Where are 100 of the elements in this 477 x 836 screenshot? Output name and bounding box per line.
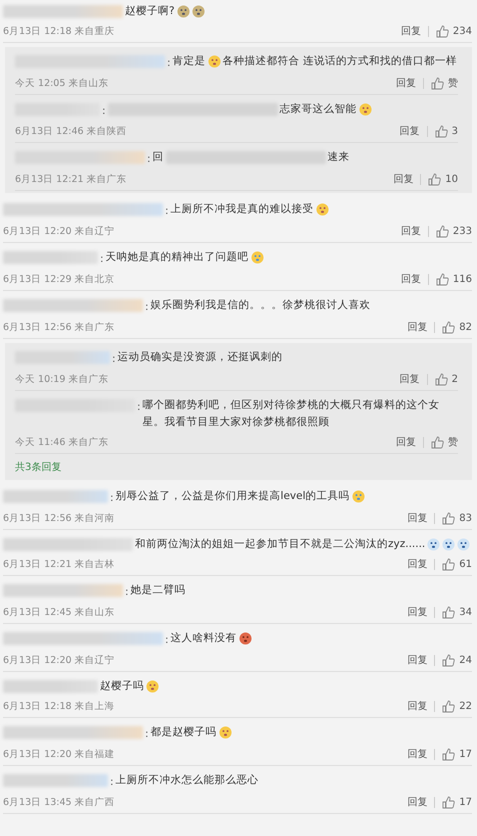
comment-meta: 6月13日 12:56 来自河南 <box>3 512 115 524</box>
like-button[interactable]: 234 <box>436 24 472 38</box>
comment-text: 上厕所不冲我是真的难以接受 <box>170 202 314 217</box>
comment-text: 赵樱子啊? <box>125 4 175 19</box>
reply-link[interactable]: 回复 <box>407 511 428 525</box>
comment-text: 肯定是 <box>172 54 206 69</box>
emoji-icon <box>146 680 159 693</box>
comment-text: 各种描述都符合 连说话的方式和找的借口都一样 <box>222 54 457 69</box>
thumbs-up-icon <box>442 654 456 666</box>
comment-text: 她是二臂吗 <box>130 583 186 598</box>
comment-meta: 今天 12:05 来自山东 <box>15 76 108 90</box>
reply-link[interactable]: 回复 <box>400 372 420 386</box>
emoji-icon <box>358 103 372 116</box>
thumbs-up-icon <box>428 172 442 186</box>
reply-link[interactable]: 回复 <box>396 435 416 449</box>
like-button[interactable]: 82 <box>442 320 472 334</box>
reply-link[interactable]: 回复 <box>400 224 421 238</box>
thumbs-up-icon <box>442 748 456 760</box>
thumbs-up-icon <box>442 512 456 524</box>
colon: : <box>102 104 106 119</box>
reply-link[interactable]: 回复 <box>393 172 414 186</box>
emoji-icon <box>218 726 232 739</box>
emoji-icon <box>192 5 205 18</box>
emoji-icon <box>352 490 365 503</box>
comment-text: 志家哥这么智能 <box>280 102 357 117</box>
emoji-icon <box>427 538 440 551</box>
emoji-icon <box>208 55 221 68</box>
comment-meta: 6月13日 12:56 来自广东 <box>3 320 115 334</box>
thumbs-up-icon <box>442 606 456 618</box>
comment-text: 这人啥料没有 <box>170 631 237 646</box>
colon: : <box>125 585 129 600</box>
like-button[interactable]: 赞 <box>431 435 458 449</box>
comment-meta: 6月13日 12:20 来自辽宁 <box>3 224 115 238</box>
like-button[interactable]: 17 <box>442 796 472 808</box>
comment-meta: 6月13日 13:45 来自广西 <box>3 796 115 808</box>
comment-meta: 6月13日 12:21 来自吉林 <box>3 558 115 570</box>
thumbs-up-icon <box>436 272 449 286</box>
colon: : <box>110 491 114 506</box>
thumbs-up-icon <box>431 436 444 448</box>
emoji-icon <box>176 5 190 18</box>
thumbs-up-icon <box>442 558 456 570</box>
comment-text: 上厕所不冲水怎么能那么恶心 <box>116 773 259 788</box>
comment-meta: 6月13日 12:45 来自山东 <box>3 606 115 618</box>
like-button[interactable]: 24 <box>442 654 472 666</box>
like-button[interactable]: 3 <box>434 124 458 138</box>
comment-text: 别辱公益了，公益是你们用来提高level的工具吗 <box>116 489 350 504</box>
reply-link[interactable]: 回复 <box>407 557 428 571</box>
like-button[interactable]: 83 <box>442 512 472 524</box>
like-button[interactable]: 116 <box>436 272 472 286</box>
comment-meta: 今天 11:46 来自广东 <box>15 436 108 448</box>
thumbs-up-icon <box>431 76 444 90</box>
reply-link[interactable]: 回复 <box>400 124 420 138</box>
reply-link[interactable]: 回复 <box>400 272 421 286</box>
colon: : <box>137 400 141 415</box>
comment-meta: 6月13日 12:46 来自陕西 <box>15 124 127 138</box>
comment-meta: 6月13日 12:18 来自重庆 <box>3 24 115 38</box>
comment-text: 都是赵樱子吗 <box>150 725 217 740</box>
emoji-icon <box>250 251 264 264</box>
comment-meta: 今天 10:19 来自广东 <box>15 372 108 386</box>
comment-meta: 6月13日 12:18 来自上海 <box>3 700 115 712</box>
comment-text: 天呐她是真的精神出了问题吧 <box>106 250 249 265</box>
comment-text: 哪个圈都势利吧，但区别对待徐梦桃的大概只有爆料的这个女星。我看节目里大家对徐梦桃都很照顾 <box>142 398 441 430</box>
like-button[interactable]: 34 <box>442 606 472 618</box>
reply-link[interactable]: 回复 <box>400 24 421 38</box>
emoji-icon <box>316 203 329 216</box>
colon: : <box>100 252 104 267</box>
comment-text: 赵樱子吗 <box>100 679 144 694</box>
colon: : <box>165 204 169 219</box>
thumbs-up-icon <box>442 796 456 808</box>
comment-meta: 6月13日 12:20 来自福建 <box>3 748 115 760</box>
thumbs-up-icon <box>434 124 448 138</box>
thumbs-up-icon <box>434 372 448 386</box>
reply-link[interactable]: 回复 <box>407 795 428 809</box>
like-button[interactable]: 2 <box>434 372 458 386</box>
colon: : <box>110 775 114 790</box>
colon: : <box>145 727 149 742</box>
emoji-icon <box>238 632 252 645</box>
reply-link[interactable]: 回复 <box>407 605 428 619</box>
colon: : <box>167 56 171 71</box>
like-button[interactable]: 17 <box>442 748 472 760</box>
like-button[interactable]: 22 <box>442 700 472 712</box>
like-button[interactable]: 10 <box>428 172 458 186</box>
reply-link[interactable]: 回复 <box>407 320 428 334</box>
comment-meta: 6月13日 12:29 来自北京 <box>3 272 115 286</box>
reply-link[interactable]: 回复 <box>407 747 428 761</box>
colon: : <box>145 300 149 315</box>
thumbs-up-icon <box>436 24 449 38</box>
emoji-icon <box>442 538 456 551</box>
comment-text: 和前两位淘汰的姐姐一起参加节目不就是二公淘汰的zyz...... <box>135 537 426 552</box>
comment-meta: 6月13日 12:21 来自广东 <box>15 172 127 186</box>
colon: : <box>165 633 169 648</box>
comment-meta: 6月13日 12:20 来自辽宁 <box>3 654 115 666</box>
comment-text: 回 <box>152 150 164 165</box>
reply-link[interactable]: 回复 <box>407 699 428 713</box>
more-replies-link[interactable]: 共3条回复 <box>15 454 62 478</box>
reply-link[interactable]: 回复 <box>396 76 416 90</box>
reply-link[interactable]: 回复 <box>407 653 428 667</box>
like-button[interactable]: 61 <box>442 558 472 570</box>
like-button[interactable]: 赞 <box>431 76 458 90</box>
like-button[interactable]: 233 <box>436 224 472 238</box>
